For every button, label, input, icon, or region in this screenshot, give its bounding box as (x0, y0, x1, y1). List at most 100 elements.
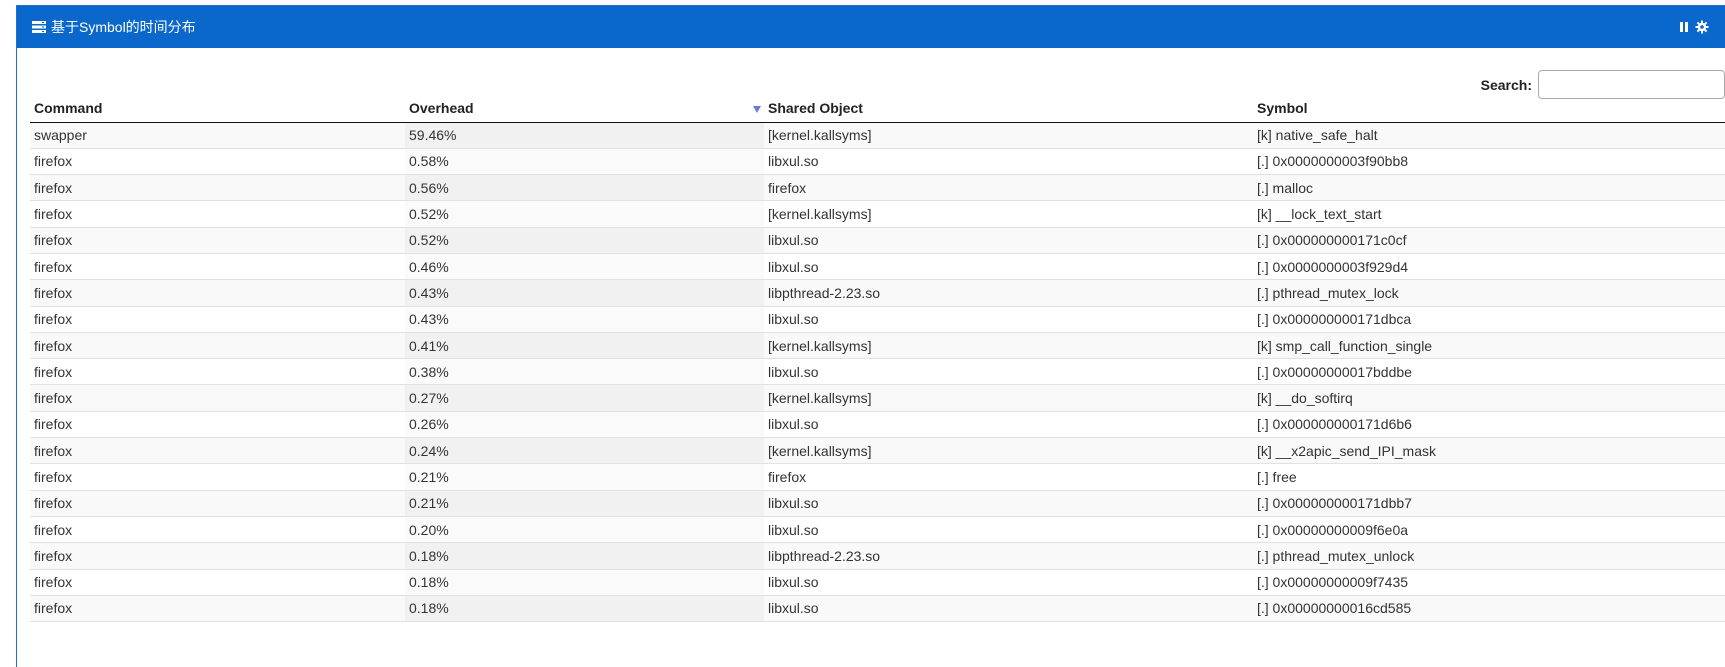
shared-object-cell: firefox (764, 463, 1253, 491)
table-row[interactable]: firefox 0.18% libpthread-2.23.so [.] pthrea… (30, 542, 1725, 570)
command-cell: firefox (30, 542, 405, 570)
column-header-overhead[interactable]: Overhead (405, 95, 764, 123)
symbol-cell: [.] 0x000000000171dbca (1253, 306, 1725, 333)
command-cell: firefox (30, 200, 405, 228)
sort-descending-icon (753, 106, 761, 113)
overhead-cell: 0.43% (405, 279, 764, 307)
shared-object-cell: [kernel.kallsyms] (764, 437, 1253, 465)
shared-object-cell: libxul.so (764, 411, 1253, 439)
table-row[interactable]: firefox 0.43% libpthread-2.23.so [.] pthrea… (30, 279, 1725, 307)
shared-object-cell: libxul.so (764, 227, 1253, 254)
table-row[interactable]: firefox 0.41% [kernel.kallsyms] [k] smp_cal… (30, 332, 1725, 360)
command-cell: firefox (30, 227, 405, 254)
table-row[interactable]: swapper 59.46% [kernel.kallsyms] [k] native… (30, 122, 1725, 149)
symbol-cell: [.] 0x00000000009f7435 (1253, 569, 1725, 596)
table-row[interactable]: firefox 0.43% libxul.so [.] 0x000000000171d… (30, 306, 1725, 333)
command-cell: firefox (30, 384, 405, 412)
overhead-cell: 0.21% (405, 490, 764, 517)
symbol-cell: [.] pthread_mutex_lock (1253, 279, 1725, 307)
shared-object-cell: libxul.so (764, 490, 1253, 517)
command-cell: firefox (30, 358, 405, 386)
command-cell: swapper (30, 122, 405, 149)
table-row[interactable]: firefox 0.46% libxul.so [.] 0x0000000003f92… (30, 253, 1725, 281)
table-row[interactable]: firefox 0.27% [kernel.kallsyms] [k] __do_so… (30, 384, 1725, 412)
search-label: Search: (1480, 76, 1532, 93)
overhead-cell: 0.26% (405, 411, 764, 439)
command-cell: firefox (30, 411, 405, 439)
overhead-cell: 0.24% (405, 437, 764, 465)
shared-object-cell: libxul.so (764, 306, 1253, 333)
command-cell: firefox (30, 148, 405, 176)
panel-body: Search: Command Overhead Shared Object S… (17, 48, 1725, 667)
symbol-cell: [.] 0x000000000171c0cf (1253, 227, 1725, 254)
overhead-cell: 0.18% (405, 569, 764, 596)
table-row[interactable]: firefox 0.38% libxul.so [.] 0x00000000017bd… (30, 358, 1725, 386)
command-cell: firefox (30, 516, 405, 544)
shared-object-cell: libpthread-2.23.so (764, 279, 1253, 307)
pause-icon[interactable] (1678, 20, 1692, 34)
shared-object-cell: [kernel.kallsyms] (764, 200, 1253, 228)
column-header-symbol[interactable]: Symbol (1253, 95, 1725, 123)
overhead-cell: 0.20% (405, 516, 764, 544)
column-header-shared-object[interactable]: Shared Object (764, 95, 1253, 123)
shared-object-cell: libxul.so (764, 148, 1253, 176)
table-row[interactable]: firefox 0.58% libxul.so [.] 0x0000000003f90… (30, 148, 1725, 176)
shared-object-cell: [kernel.kallsyms] (764, 384, 1253, 412)
symbol-cell: [.] pthread_mutex_unlock (1253, 542, 1725, 570)
gear-icon[interactable] (1695, 20, 1709, 34)
command-cell: firefox (30, 437, 405, 465)
table-header-row: Command Overhead Shared Object Symbol (30, 95, 1725, 123)
command-cell: firefox (30, 569, 405, 596)
symbol-cell: [k] __do_softirq (1253, 384, 1725, 412)
table-body: swapper 59.46% [kernel.kallsyms] [k] native… (30, 122, 1725, 623)
command-cell: firefox (30, 306, 405, 333)
overhead-cell: 0.52% (405, 200, 764, 228)
shared-object-cell: libxul.so (764, 595, 1253, 623)
overhead-cell: 0.52% (405, 227, 764, 254)
table-row[interactable]: firefox 0.21% firefox [.] free (30, 463, 1725, 491)
shared-object-cell: libpthread-2.23.so (764, 542, 1253, 570)
command-cell: firefox (30, 332, 405, 360)
symbol-cell: [k] __x2apic_send_IPI_mask (1253, 437, 1725, 465)
symbol-cell: [.] 0x0000000003f90bb8 (1253, 148, 1725, 176)
symbol-cell: [.] 0x00000000017bddbe (1253, 358, 1725, 386)
symbol-table: Command Overhead Shared Object Symbol sw… (30, 95, 1725, 623)
overhead-cell: 0.41% (405, 332, 764, 360)
table-row[interactable]: firefox 0.26% libxul.so [.] 0x000000000171d… (30, 411, 1725, 439)
table-row[interactable]: firefox 0.24% [kernel.kallsyms] [k] __x2api… (30, 437, 1725, 465)
symbol-cell: [.] malloc (1253, 174, 1725, 202)
command-cell: firefox (30, 174, 405, 202)
command-cell: firefox (30, 279, 405, 307)
table-row[interactable]: firefox 0.52% [kernel.kallsyms] [k] __lock_… (30, 200, 1725, 228)
symbol-cell: [.] 0x000000000171dbb7 (1253, 490, 1725, 517)
table-row[interactable]: firefox 0.56% firefox [.] malloc (30, 174, 1725, 202)
overhead-cell: 0.27% (405, 384, 764, 412)
table-row[interactable]: firefox 0.21% libxul.so [.] 0x000000000171d… (30, 490, 1725, 517)
symbol-cell: [k] native_safe_halt (1253, 122, 1725, 149)
table-row[interactable]: firefox 0.20% libxul.so [.] 0x00000000009f6… (30, 516, 1725, 544)
table-row[interactable]: firefox 0.18% libxul.so [.] 0x00000000016cd… (30, 595, 1725, 623)
symbol-cell: [.] 0x0000000003f929d4 (1253, 253, 1725, 281)
command-cell: firefox (30, 595, 405, 623)
overhead-cell: 0.18% (405, 595, 764, 623)
symbol-cell: [.] 0x00000000009f6e0a (1253, 516, 1725, 544)
overhead-cell: 0.21% (405, 463, 764, 491)
table-row[interactable]: firefox 0.18% libxul.so [.] 0x00000000009f7… (30, 569, 1725, 596)
overhead-cell: 0.56% (405, 174, 764, 202)
table-row[interactable]: firefox 0.52% libxul.so [.] 0x000000000171c… (30, 227, 1725, 254)
overhead-cell: 0.43% (405, 306, 764, 333)
overhead-cell: 0.38% (405, 358, 764, 386)
column-header-command[interactable]: Command (30, 95, 405, 123)
shared-object-cell: libxul.so (764, 516, 1253, 544)
overhead-cell: 59.46% (405, 122, 764, 149)
symbol-time-distribution-panel: 基于Symbol的时间分布 Search: Command Overhead S… (16, 5, 1725, 667)
panel-title: 基于Symbol的时间分布 (51, 19, 196, 35)
symbol-cell: [.] 0x00000000016cd585 (1253, 595, 1725, 623)
shared-object-cell: libxul.so (764, 358, 1253, 386)
symbol-cell: [.] 0x000000000171d6b6 (1253, 411, 1725, 439)
symbol-cell: [.] free (1253, 463, 1725, 491)
symbol-cell: [k] __lock_text_start (1253, 200, 1725, 228)
shared-object-cell: libxul.so (764, 253, 1253, 281)
column-header-label: Overhead (409, 100, 474, 117)
panel-header: 基于Symbol的时间分布 (17, 6, 1725, 48)
